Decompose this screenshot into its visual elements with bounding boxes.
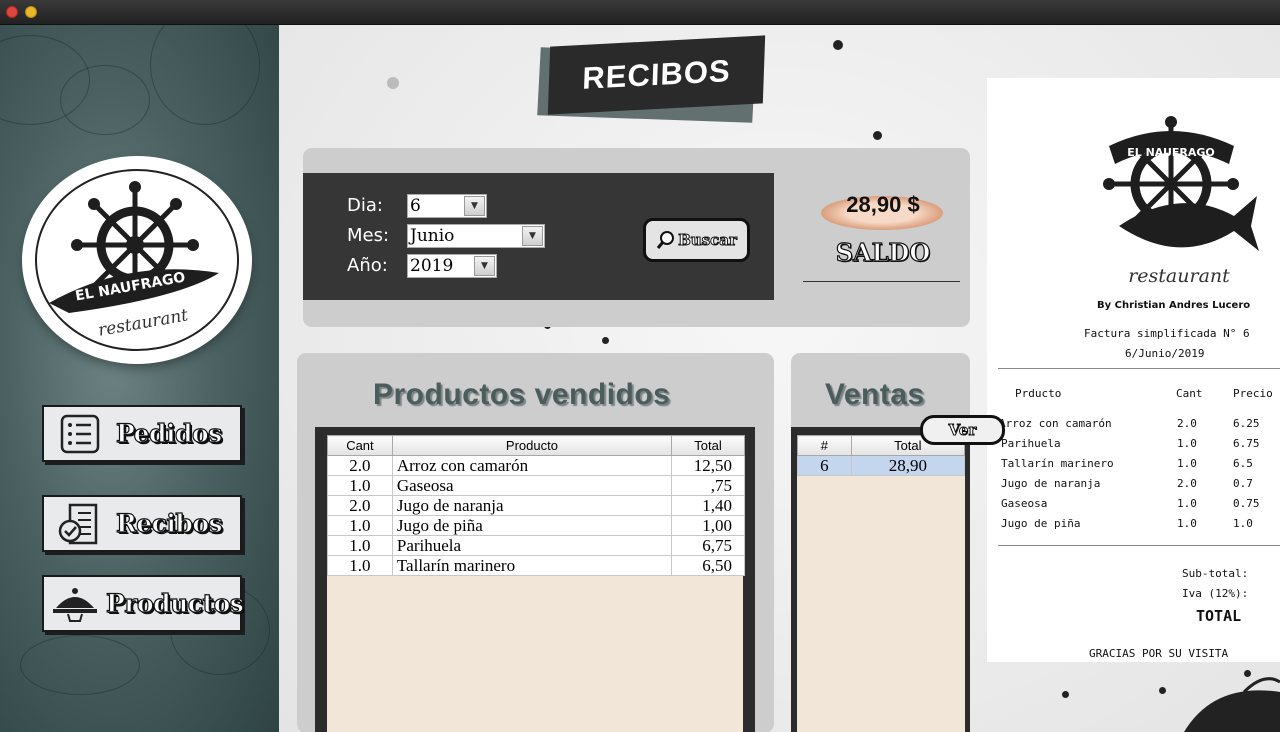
- ship-wheel-fish-logo-icon: EL NAUFRAGO restaurant: [1103, 116, 1259, 287]
- nav-productos-label: Productos: [105, 588, 244, 618]
- table-row[interactable]: 2.0 Jugo de naranja 1,40: [327, 495, 745, 516]
- receipt-item-cant: 1.0: [1177, 497, 1197, 510]
- productos-title: Productos vendidos: [373, 378, 671, 411]
- receipt-item-precio: 6.75: [1233, 437, 1260, 450]
- receipt-item-name: Tallarín marinero: [1001, 457, 1114, 470]
- table-row[interactable]: 1.0 Gaseosa ,75: [327, 475, 745, 496]
- table-row-selected[interactable]: 6 28,90: [797, 455, 966, 476]
- ventas-title: Ventas: [825, 378, 925, 411]
- nav-pedidos-button[interactable]: Pedidos: [42, 405, 242, 462]
- receipt-item-name: Parihuela: [1001, 437, 1061, 450]
- receipt-col-precio: Precio: [1233, 387, 1273, 400]
- nav-productos-button[interactable]: Productos: [42, 575, 244, 632]
- search-icon: [656, 231, 675, 249]
- anio-select[interactable]: 2019 ▼: [407, 254, 497, 278]
- receipt-item-cant: 1.0: [1177, 517, 1197, 530]
- list-icon: [52, 410, 108, 458]
- receipt-item-name: Arroz con camarón: [999, 417, 1112, 430]
- receipt-footer: GRACIAS POR SU VISITA: [1089, 647, 1229, 660]
- receipt-author: By Christian Andres Lucero: [1097, 300, 1251, 311]
- ver-button[interactable]: Ver: [920, 415, 1005, 445]
- ship-wheel-icon: EL NAUFRAGO restaurant: [49, 181, 219, 341]
- table-row[interactable]: 1.0 Jugo de piña 1,00: [327, 515, 745, 536]
- restaurant-logo: EL NAUFRAGO restaurant: [26, 160, 248, 360]
- receipt-item-precio: 1.0: [1233, 517, 1253, 530]
- column-header-total[interactable]: Total: [671, 435, 745, 456]
- table-row[interactable]: 1.0 Parihuela 6,75: [327, 535, 745, 556]
- receipt-item-name: Gaseosa: [1001, 497, 1048, 510]
- seafood-doodle-fish: [20, 635, 140, 695]
- close-window-button[interactable]: [6, 6, 18, 18]
- receipt-item-cant: 2.0: [1177, 417, 1197, 430]
- nav-recibos-label: Recibos: [115, 508, 223, 538]
- buscar-button[interactable]: Buscar: [643, 218, 750, 262]
- svg-text:restaurant: restaurant: [1128, 265, 1230, 287]
- receipt-date: 6/Junio/2019: [1125, 347, 1205, 360]
- main-content: RECIBOS Dia: Mes: Año: 6 ▼ Junio ▼ 2019 …: [279, 25, 1280, 732]
- seafood-doodle-shrimp: [150, 25, 260, 125]
- svg-text:restaurant: restaurant: [97, 305, 190, 341]
- receipt-total-label: TOTAL: [1196, 607, 1242, 625]
- mes-select[interactable]: Junio ▼: [407, 224, 545, 248]
- ventas-table-area: # Total 6 28,90: [797, 435, 966, 732]
- filter-panel: Dia: Mes: Año: 6 ▼ Junio ▼ 2019 ▼ Buscar: [303, 148, 970, 327]
- receipt-col-cant: Cant: [1176, 387, 1203, 400]
- column-header-producto[interactable]: Producto: [391, 435, 673, 456]
- receipt-subtotal-label: Sub-total:: [1182, 567, 1249, 580]
- productos-table-area: Cant Producto Total 2.0 Arroz con camaró…: [327, 435, 745, 732]
- receipt-item-name: Jugo de naranja: [1001, 477, 1101, 490]
- productos-panel: Productos vendidos Cant Producto Total 2…: [297, 353, 774, 732]
- chevron-down-icon[interactable]: ▼: [464, 196, 485, 216]
- nav-recibos-button[interactable]: Recibos: [42, 495, 242, 552]
- table-row[interactable]: 1.0 Tallarín marinero 6,50: [327, 555, 745, 576]
- receipt-item-cant: 1.0: [1177, 457, 1197, 470]
- receipt-invoice-number: Factura simplificada N° 6: [1084, 327, 1250, 340]
- receipt-item-cant: 2.0: [1177, 477, 1197, 490]
- table-row[interactable]: 2.0 Arroz con camarón 12,50: [327, 455, 745, 476]
- svg-text:EL NAUFRAGO: EL NAUFRAGO: [1127, 146, 1215, 159]
- dia-select[interactable]: 6 ▼: [407, 194, 487, 218]
- saldo-value: 28,90 $: [846, 192, 920, 217]
- column-header-num[interactable]: #: [797, 435, 852, 456]
- column-header-cant[interactable]: Cant: [327, 435, 393, 456]
- seafood-doodle-icon: [1184, 677, 1280, 732]
- chevron-down-icon[interactable]: ▼: [522, 226, 543, 246]
- dia-label: Dia:: [347, 195, 383, 216]
- receipt-item-precio: 0.75: [1233, 497, 1260, 510]
- receipt-icon: [52, 500, 108, 548]
- receipt-item-precio: 6.25: [1233, 417, 1260, 430]
- receipt-item-precio: 6.5: [1233, 457, 1253, 470]
- page-title: RECIBOS: [581, 53, 732, 96]
- mes-label: Mes:: [347, 225, 390, 246]
- seafood-doodle-claw: [60, 65, 150, 135]
- nav-pedidos-label: Pedidos: [115, 418, 222, 448]
- page-title-banner: RECIBOS: [537, 35, 766, 124]
- ventas-panel: Ventas # Total 6 28,90: [791, 353, 970, 732]
- saldo-label: SALDO: [835, 237, 931, 267]
- chevron-down-icon[interactable]: ▼: [474, 256, 495, 276]
- receipt-item-name: Jugo de piña: [1001, 517, 1081, 530]
- productos-table: Cant Producto Total 2.0 Arroz con camaró…: [327, 435, 745, 576]
- minimize-window-button[interactable]: [25, 6, 37, 18]
- anio-label: Año:: [347, 255, 388, 276]
- window-title-bar: [0, 0, 1280, 25]
- cloche-icon: [52, 580, 98, 628]
- receipt-item-cant: 1.0: [1177, 437, 1197, 450]
- receipt-iva-label: Iva (12%):: [1182, 587, 1249, 600]
- sidebar: EL NAUFRAGO restaurant Pedidos Recibos P…: [0, 25, 279, 732]
- receipt-preview: EL NAUFRAGO restaurant By Christian Andr…: [987, 78, 1280, 662]
- receipt-item-precio: 0.7: [1233, 477, 1253, 490]
- receipt-col-producto: Prducto: [1015, 387, 1062, 400]
- saldo-display: 28,90 $ SALDO: [803, 188, 960, 283]
